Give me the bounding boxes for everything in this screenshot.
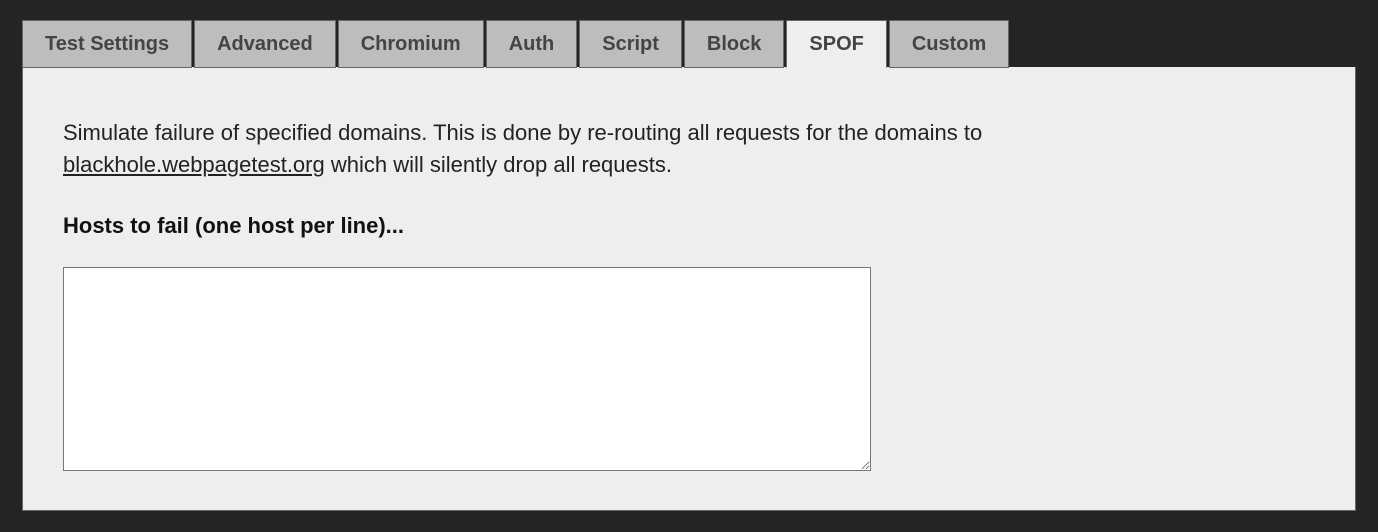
tab-content-spof: Simulate failure of specified domains. T… [22, 67, 1356, 511]
tab-label: Auth [509, 33, 555, 56]
tab-label: Test Settings [45, 33, 169, 56]
tab-block[interactable]: Block [684, 20, 784, 68]
tab-custom[interactable]: Custom [889, 20, 1009, 68]
spof-description-post: which will silently drop all requests. [325, 152, 672, 177]
tab-label: Block [707, 33, 761, 56]
tab-chromium[interactable]: Chromium [338, 20, 484, 68]
tab-script[interactable]: Script [579, 20, 682, 68]
hosts-textarea[interactable] [63, 267, 871, 471]
hosts-field-label: Hosts to fail (one host per line)... [63, 213, 1315, 239]
tab-label: Advanced [217, 33, 313, 56]
tab-spof[interactable]: SPOF [786, 20, 886, 68]
tab-label: Custom [912, 33, 986, 56]
tab-label: Chromium [361, 33, 461, 56]
tab-label: Script [602, 33, 659, 56]
spof-description: Simulate failure of specified domains. T… [63, 117, 1103, 181]
spof-description-pre: Simulate failure of specified domains. T… [63, 120, 982, 145]
tabbar: Test Settings Advanced Chromium Auth Scr… [22, 20, 1356, 68]
tab-auth[interactable]: Auth [486, 20, 578, 68]
tab-label: SPOF [809, 33, 863, 56]
blackhole-link[interactable]: blackhole.webpagetest.org [63, 152, 325, 177]
tab-advanced[interactable]: Advanced [194, 20, 336, 68]
tab-test-settings[interactable]: Test Settings [22, 20, 192, 68]
